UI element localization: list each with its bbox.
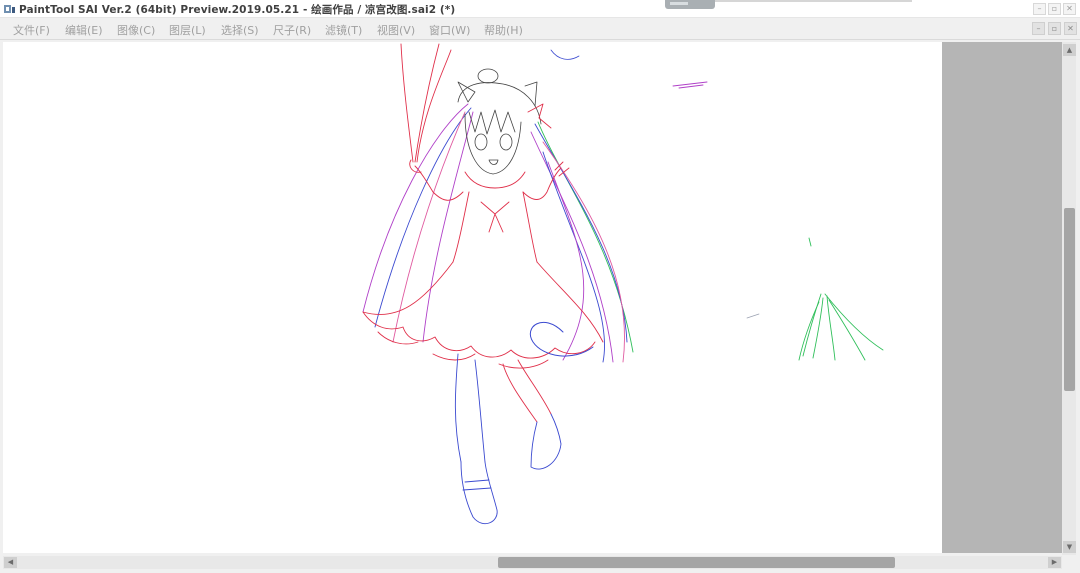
drawing-canvas[interactable] <box>3 42 942 553</box>
menu-window[interactable]: 窗口(W) <box>429 22 470 38</box>
floating-window-tab[interactable] <box>665 0 715 9</box>
grass-sketch <box>798 237 884 361</box>
sketch-mark-dash <box>746 313 760 319</box>
document-minimize-button[interactable]: – <box>1032 22 1045 35</box>
title-bar: PaintTool SAI Ver.2 (64bit) Preview.2019… <box>0 0 1080 18</box>
app-icon <box>4 5 15 13</box>
floating-window-tab-grip <box>670 2 688 5</box>
menu-help[interactable]: 帮助(H) <box>484 22 523 38</box>
window-title: PaintTool SAI Ver.2 (64bit) Preview.2019… <box>19 4 456 16</box>
document-close-button[interactable]: ✕ <box>1064 22 1077 35</box>
character-legs <box>454 353 562 525</box>
menu-bar: 文件(F) 编辑(E) 图像(C) 图层(L) 选择(S) 尺子(R) 滤镜(T… <box>0 19 1080 40</box>
paint-tool-sai-window: PaintTool SAI Ver.2 (64bit) Preview.2019… <box>0 0 1080 573</box>
menu-ruler[interactable]: 尺子(R) <box>273 22 311 38</box>
scroll-left-arrow[interactable]: ◀ <box>4 557 17 568</box>
window-minimize-button[interactable]: – <box>1033 3 1046 15</box>
scroll-down-arrow[interactable]: ▼ <box>1063 541 1076 553</box>
vertical-scroll-thumb[interactable] <box>1064 208 1075 391</box>
menu-edit[interactable]: 编辑(E) <box>65 22 103 38</box>
scroll-up-arrow[interactable]: ▲ <box>1063 44 1076 56</box>
menu-layer[interactable]: 图层(L) <box>169 22 206 38</box>
document-restore-button[interactable]: ▫ <box>1048 22 1061 35</box>
floating-window-shadow <box>715 0 912 2</box>
hair-strands <box>362 103 634 363</box>
vertical-scrollbar[interactable]: ▲ ▼ <box>1062 42 1076 555</box>
menu-filter[interactable]: 滤镜(T) <box>325 22 362 38</box>
canvas-workspace[interactable] <box>3 42 1062 553</box>
character-dress <box>362 171 604 369</box>
sketch-mark-scribble <box>672 81 708 89</box>
menu-file[interactable]: 文件(F) <box>13 22 50 38</box>
menu-select[interactable]: 选择(S) <box>221 22 259 38</box>
window-close-button[interactable]: ✕ <box>1063 3 1076 15</box>
horizontal-scroll-thumb[interactable] <box>498 557 895 568</box>
menu-image[interactable]: 图像(C) <box>117 22 155 38</box>
balloon-strings <box>400 43 452 163</box>
sketch-mark-arc <box>550 49 580 60</box>
window-maximize-button[interactable]: ▫ <box>1048 3 1061 15</box>
scroll-right-arrow[interactable]: ▶ <box>1048 557 1061 568</box>
menu-view[interactable]: 视图(V) <box>377 22 415 38</box>
scrollbar-corner <box>1062 556 1076 570</box>
sketch-artwork <box>362 43 884 525</box>
horizontal-scrollbar[interactable]: ◀ ▶ <box>3 556 1062 569</box>
